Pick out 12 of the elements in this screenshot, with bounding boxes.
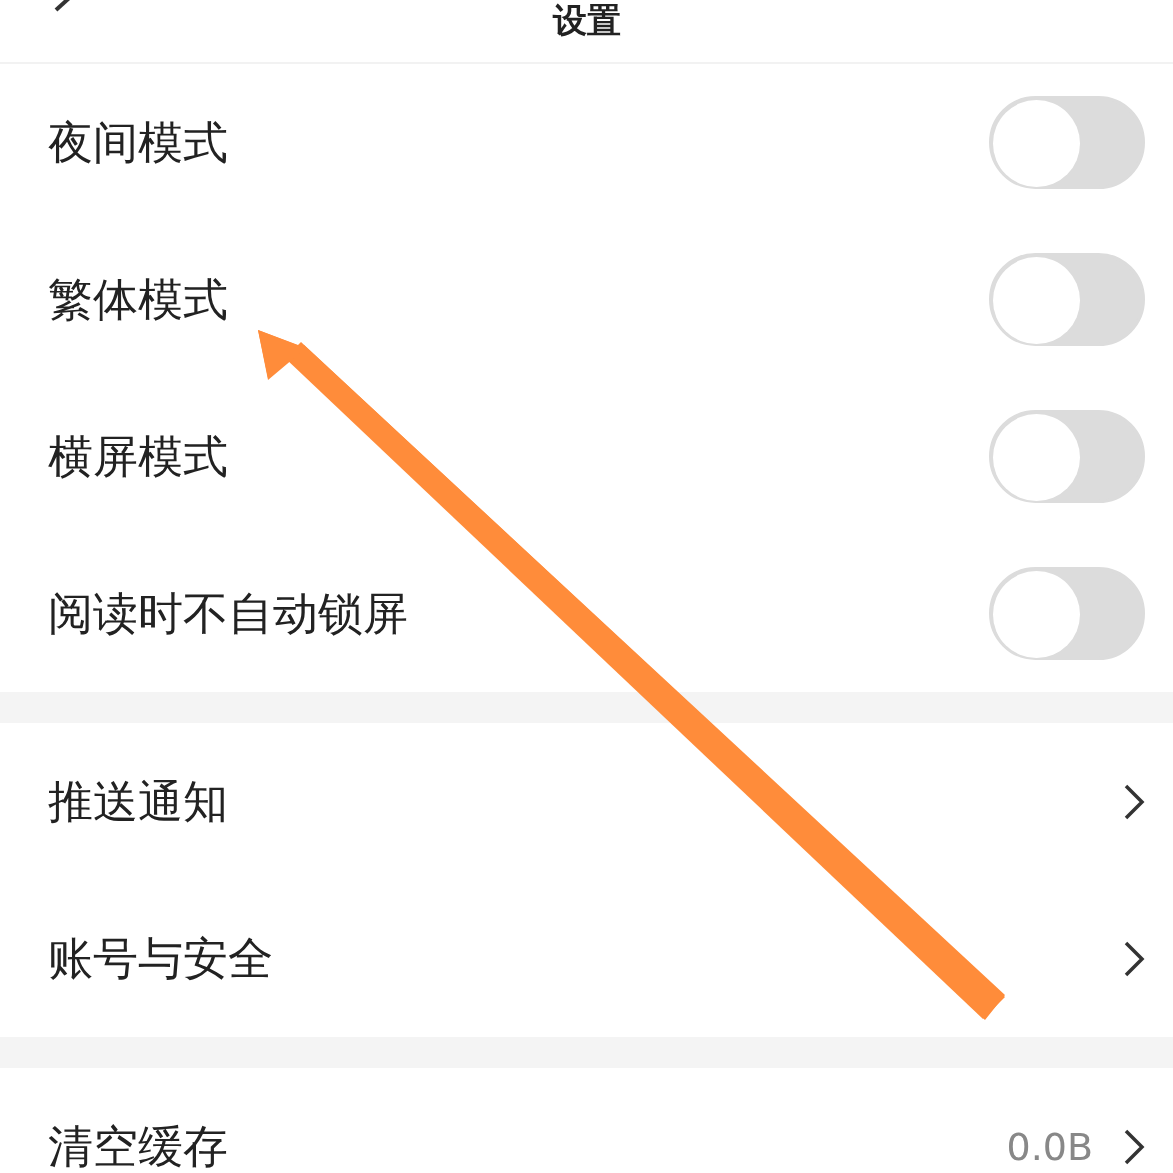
chevron-right-icon <box>1123 1127 1145 1166</box>
setting-label[interactable]: 账号与安全 <box>48 928 1123 989</box>
setting-label: 夜间模式 <box>48 114 229 171</box>
setting-label: 阅读时不自动锁屏 <box>48 585 409 642</box>
setting-label: 繁体模式 <box>48 271 229 328</box>
setting-label: 横屏模式 <box>48 428 229 485</box>
setting-label[interactable]: 推送通知 <box>48 771 1123 832</box>
page-title: 设置 <box>552 0 621 41</box>
chevron-right-icon <box>1123 782 1145 821</box>
chevron-right-icon <box>1123 939 1145 978</box>
cache-size: 0.0B <box>1006 1124 1093 1169</box>
setting-label[interactable]: 清空缓存 <box>48 1116 1007 1173</box>
